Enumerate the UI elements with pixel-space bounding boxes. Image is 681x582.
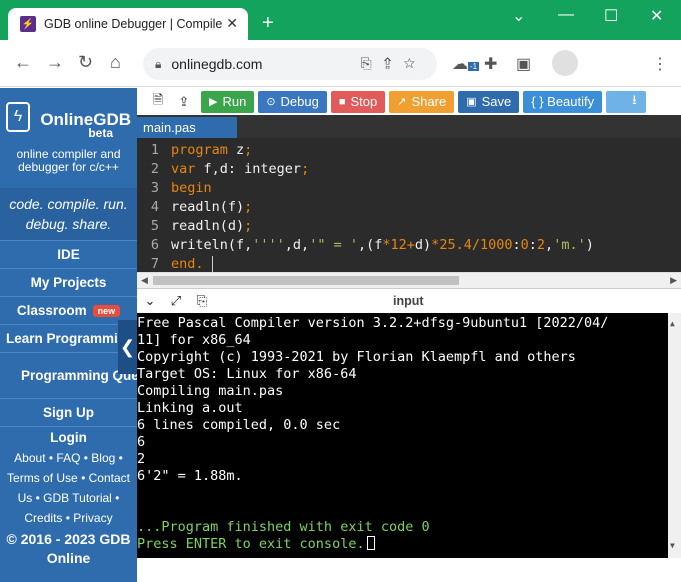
reload-icon[interactable]: ↻	[78, 52, 93, 73]
console-line: 6'2" = 1.88m.	[137, 468, 243, 484]
menu-icon[interactable]: ⋮	[652, 54, 668, 74]
scroll-up-icon[interactable]: ▲	[670, 315, 675, 332]
minimize-icon[interactable]: —	[558, 6, 574, 24]
play-icon: ▶	[209, 96, 218, 108]
url-text: onlinegdb.com	[171, 56, 263, 72]
beautify-button[interactable]: { } Beautify	[523, 90, 603, 113]
new-file-icon[interactable]: 🗎	[145, 91, 171, 113]
tagline: online compiler and debugger for c/c++	[16, 147, 121, 174]
sidebar-item-ide[interactable]: IDE	[0, 240, 137, 268]
maximize-icon[interactable]: ☐	[604, 6, 618, 26]
scroll-left-icon[interactable]: ◀	[141, 275, 148, 286]
press-enter-line: Press ENTER to exit console.	[137, 536, 681, 553]
console-vertical-scrollbar[interactable]: ▲ ▼	[668, 313, 681, 558]
console-output[interactable]: Free Pascal Compiler version 3.2.2+dfsg-…	[137, 313, 681, 558]
exit-status-line: ...Program finished with exit code 0	[137, 519, 430, 535]
lightning-logo-icon: ϟ	[6, 102, 31, 132]
console-input-label: input	[393, 294, 424, 308]
share-icon: ↗	[397, 96, 407, 108]
code-line: 5 readln(d);	[150, 218, 253, 234]
stop-button[interactable]: ■ Stop	[330, 90, 386, 113]
scroll-thumb[interactable]	[153, 276, 459, 285]
console-line: 6 lines compiled, 0.0 sec	[137, 417, 341, 433]
stop-icon: ■	[338, 95, 346, 108]
side-panel-icon[interactable]: ▣	[516, 54, 531, 74]
code-line: 2 var f,d: integer;	[150, 161, 310, 177]
editor-horizontal-scrollbar[interactable]: ◀ ▶	[137, 272, 681, 288]
copyright: © 2016 - 2023 GDB Online	[6, 531, 131, 566]
ide-main: 🗎 ⇪ ▶ Run ⊙ Debug ■ Stop ↗ Share ▣ Save { } B…	[137, 88, 681, 582]
console-cursor	[366, 536, 375, 550]
cloud-extension-icon[interactable]: ☁ -1	[452, 54, 480, 74]
tab-title: GDB online Debugger | Compile	[44, 17, 223, 31]
code-line: 1 program z;	[150, 142, 253, 158]
file-tabs: main.pas	[137, 115, 681, 139]
debug-button[interactable]: ⊙ Debug	[258, 90, 327, 113]
omnibox-action-icons[interactable]: ⎘⇪☆	[360, 55, 427, 72]
sidebar-item-login[interactable]: Login	[0, 426, 137, 448]
home-icon[interactable]: ⌂	[110, 52, 121, 73]
sidebar-item-sign-up[interactable]: Sign Up	[0, 398, 137, 426]
browser-tab[interactable]: ⚡ GDB online Debugger | Compile ✕	[8, 8, 248, 40]
download-icon: ⭳	[632, 91, 637, 107]
expand-icon[interactable]: ⤢	[163, 293, 189, 309]
brand-logo[interactable]: ϟ OnlineGDB beta	[0, 88, 137, 146]
new-badge: new	[92, 304, 121, 317]
console-line: Free Pascal Compiler version 3.2.2+dfsg-…	[137, 315, 609, 331]
tab-search-icon[interactable]: ⌄	[512, 6, 525, 26]
run-button[interactable]: ▶ Run	[201, 90, 255, 113]
chevron-down-icon[interactable]: ⌄	[137, 293, 163, 309]
sidebar-item-programming-questions[interactable]: Programming Questions	[0, 352, 137, 398]
close-tab-icon[interactable]: ✕	[226, 15, 238, 32]
motto: code. compile. run. debug. share.	[0, 188, 137, 240]
sidebar-item-learn-programming[interactable]: Learn Programming	[0, 324, 137, 352]
address-toolbar: ← → ↻ ⌂ 🔒︎ onlinegdb.com ⎘⇪☆ ☁ -1 ✚ ▣ ⋮	[0, 40, 681, 87]
console-line: 11] for x86_64	[137, 332, 251, 348]
collapse-sidebar-chevron-left-icon[interactable]: ❮	[118, 320, 137, 374]
debug-icon: ⊙	[266, 96, 276, 108]
close-window-icon[interactable]: ✕	[650, 6, 663, 26]
onlinegdb-favicon-icon: ⚡	[20, 16, 36, 32]
browser-titlebar: ⚡ GDB online Debugger | Compile ✕ + ⌄ — …	[0, 0, 681, 40]
download-button[interactable]: ⭳	[606, 90, 647, 113]
sidebar-item-my-projects[interactable]: My Projects	[0, 268, 137, 296]
save-button[interactable]: ▣ Save	[458, 90, 520, 113]
address-bar[interactable]: 🔒︎ onlinegdb.com ⎘⇪☆	[143, 48, 437, 80]
footer-links[interactable]: About • FAQ • Blog • Terms of Use • Cont…	[0, 448, 137, 528]
scroll-down-icon[interactable]: ▼	[670, 537, 675, 554]
code-line: 6 writeln(f,'''',d,'" = ',(f*12+d)*25.4/1…	[150, 237, 594, 253]
sidebar: ϟ OnlineGDB beta online compiler and deb…	[0, 88, 137, 582]
upload-file-icon[interactable]: ⇪	[171, 91, 197, 113]
forward-icon[interactable]: →	[46, 52, 64, 73]
console-bar: ⌄ ⤢ ⎘ input	[137, 288, 681, 313]
save-icon: ▣	[466, 96, 477, 108]
profile-avatar[interactable]	[552, 50, 578, 76]
code-line: 4 readln(f);	[150, 199, 253, 215]
ide-toolbar: 🗎 ⇪ ▶ Run ⊙ Debug ■ Stop ↗ Share ▣ Save { } B…	[137, 88, 681, 115]
scroll-right-icon[interactable]: ▶	[670, 275, 677, 286]
back-icon[interactable]: ←	[14, 52, 32, 73]
brand-name: OnlineGDB	[40, 110, 131, 129]
share-button[interactable]: ↗ Share	[389, 90, 455, 113]
console-line: Copyright (c) 1993-2021 by Florian Klaem…	[137, 349, 576, 365]
console-line: 6	[137, 434, 146, 450]
sidebar-item-classroom[interactable]: Classroom new	[0, 296, 137, 324]
console-line: Linking a.out	[137, 400, 243, 416]
console-line: Compiling main.pas	[137, 383, 284, 399]
lock-icon: 🔒︎	[155, 56, 162, 71]
copy-icon[interactable]: ⎘	[189, 293, 215, 309]
extensions-puzzle-icon[interactable]: ✚	[484, 54, 497, 74]
code-line: 3 begin	[150, 180, 212, 196]
file-tab-main[interactable]: main.pas	[137, 117, 237, 139]
console-line: Target OS: Linux for x86-64	[137, 366, 357, 382]
new-tab-icon[interactable]: +	[262, 12, 274, 35]
console-line: 2	[137, 451, 146, 467]
code-editor[interactable]: 1 program z; 2 var f,d: integer; 3 begin 4r…	[137, 138, 681, 272]
